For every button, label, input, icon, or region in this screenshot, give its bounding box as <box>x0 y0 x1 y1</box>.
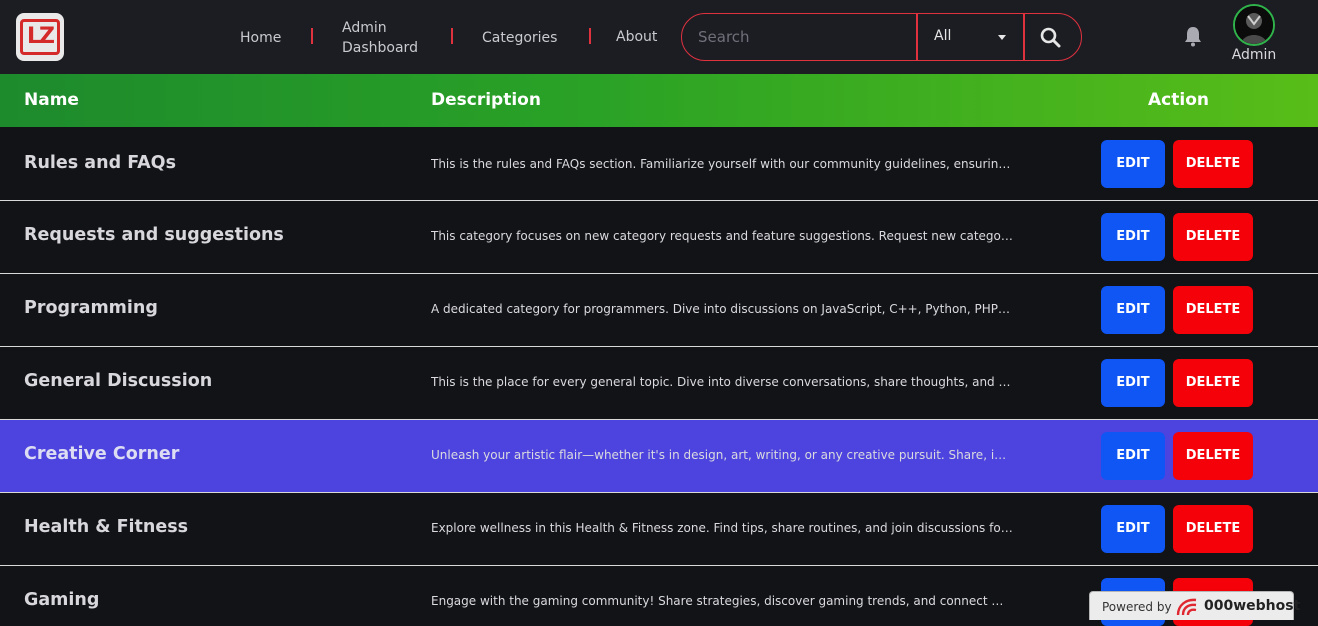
delete-button[interactable]: DELETE <box>1173 359 1253 407</box>
search-input[interactable] <box>698 24 908 50</box>
nav-link-categories[interactable]: Categories <box>482 28 557 48</box>
table-row: Rules and FAQs This is the rules and FAQ… <box>0 127 1318 201</box>
powered-by-brand: 000webhost <box>1204 598 1301 614</box>
nav-link-home[interactable]: Home <box>240 28 281 48</box>
category-description: Engage with the gaming community! Share … <box>431 594 1013 608</box>
table-row: Health & Fitness Explore wellness in thi… <box>0 493 1318 566</box>
search-divider <box>1023 14 1025 60</box>
webhost-logo-icon <box>1176 598 1197 616</box>
category-name: Programming <box>24 298 158 318</box>
table-row: General Discussion This is the place for… <box>0 347 1318 420</box>
powered-by-label: Powered by <box>1102 600 1172 614</box>
nav-separator <box>589 28 591 44</box>
nav-link-about[interactable]: About <box>616 27 657 47</box>
category-name: Requests and suggestions <box>24 225 284 245</box>
delete-button[interactable]: DELETE <box>1173 140 1253 188</box>
delete-button[interactable]: DELETE <box>1173 286 1253 334</box>
search-divider <box>916 14 918 60</box>
category-name: Creative Corner <box>24 444 180 464</box>
category-description: Explore wellness in this Health & Fitnes… <box>431 521 1013 535</box>
category-name: Health & Fitness <box>24 517 189 537</box>
edit-button[interactable]: EDIT <box>1101 140 1165 188</box>
edit-button[interactable]: EDIT <box>1101 359 1165 407</box>
column-header-action: Action <box>1148 90 1209 110</box>
delete-button[interactable]: DELETE <box>1173 505 1253 553</box>
table-row-hovered: Creative Corner Unleash your artistic fl… <box>0 420 1318 493</box>
category-name: Gaming <box>24 590 100 610</box>
search-icon <box>1040 27 1061 48</box>
edit-button[interactable]: EDIT <box>1101 432 1165 480</box>
nav-separator <box>311 28 313 44</box>
category-description: This category focuses on new category re… <box>431 229 1013 243</box>
user-avatar[interactable] <box>1233 4 1275 46</box>
search-button[interactable] <box>1037 24 1065 52</box>
category-description: This is the rules and FAQs section. Fami… <box>431 157 1013 171</box>
column-header-name: Name <box>24 90 79 110</box>
nav-separator <box>451 28 453 44</box>
category-description: A dedicated category for programmers. Di… <box>431 302 1013 316</box>
edit-button[interactable]: EDIT <box>1101 505 1165 553</box>
edit-button[interactable]: EDIT <box>1101 213 1165 261</box>
edit-button[interactable]: EDIT <box>1101 286 1165 334</box>
navbar: LZ Home Admin Dashboard Categories About… <box>0 0 1318 74</box>
avatar-image <box>1235 6 1273 44</box>
category-name: General Discussion <box>24 371 213 391</box>
table-header: Name Description Action <box>0 74 1318 127</box>
nav-link-admin-dashboard[interactable]: Admin Dashboard <box>342 18 432 58</box>
user-name[interactable]: Admin <box>1222 47 1286 63</box>
powered-by-badge[interactable]: Powered by 000webhost <box>1089 591 1300 620</box>
search-bar: All <box>681 13 1082 61</box>
logo-mark: LZ <box>20 19 60 55</box>
column-header-description: Description <box>431 90 541 110</box>
category-description: Unleash your artistic flair—whether it's… <box>431 448 1013 462</box>
category-description: This is the place for every general topi… <box>431 375 1013 389</box>
chevron-down-icon <box>998 35 1006 40</box>
table-row: Programming A dedicated category for pro… <box>0 274 1318 347</box>
bell-icon <box>1185 27 1201 47</box>
table-row: Requests and suggestions This category f… <box>0 201 1318 274</box>
search-filter-value: All <box>934 28 952 44</box>
site-logo[interactable]: LZ <box>16 13 64 61</box>
delete-button[interactable]: DELETE <box>1173 432 1253 480</box>
category-name: Rules and FAQs <box>24 153 176 173</box>
notifications-button[interactable] <box>1183 25 1203 47</box>
delete-button[interactable]: DELETE <box>1173 213 1253 261</box>
